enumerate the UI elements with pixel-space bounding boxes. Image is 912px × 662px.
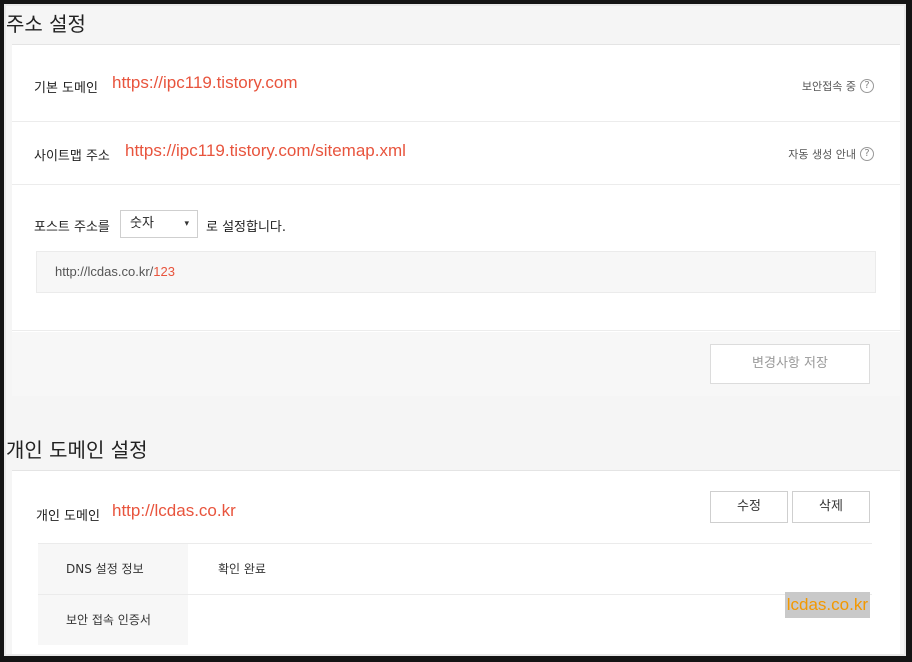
address-settings-card: 기본 도메인 https://ipc119.tistory.com 보안접속 중… — [12, 44, 900, 396]
secure-connection-label: 보안접속 중 — [801, 80, 856, 93]
post-address-preview: http://lcdas.co.kr/123 — [36, 251, 876, 293]
dns-info-key: DNS 설정 정보 — [38, 544, 188, 594]
help-icon[interactable]: ? — [860, 147, 874, 161]
secure-connection-note[interactable]: 보안접속 중 ? — [802, 78, 874, 94]
sitemap-row: 사이트맵 주소 https://ipc119.tistory.com/sitem… — [12, 122, 900, 185]
post-address-row: 포스트 주소를 숫자 ▾ 로 설정합니다. http://lcdas.co.kr… — [12, 185, 900, 331]
auto-generate-note[interactable]: 자동 생성 안내 ? — [788, 146, 874, 162]
dns-info-value: 확인 완료 — [218, 562, 266, 576]
sitemap-url[interactable]: https://ipc119.tistory.com/sitemap.xml — [125, 141, 406, 161]
post-address-suffix: 로 설정합니다. — [206, 220, 287, 235]
default-domain-url[interactable]: https://ipc119.tistory.com — [112, 73, 298, 93]
help-icon[interactable]: ? — [860, 79, 874, 93]
settings-frame: 주소 설정 기본 도메인 https://ipc119.tistory.com … — [4, 4, 906, 656]
address-settings-title: 주소 설정 — [6, 12, 86, 36]
post-address-selected: 숫자 — [130, 216, 154, 231]
post-address-prefix: 포스트 주소를 — [34, 220, 110, 235]
table-row: DNS 설정 정보 확인 완료 — [38, 543, 872, 594]
custom-domain-title: 개인 도메인 설정 — [6, 438, 148, 462]
preview-base-url: http://lcdas.co.kr/ — [55, 264, 154, 279]
edit-button[interactable]: 수정 — [710, 491, 788, 523]
default-domain-label: 기본 도메인 — [34, 81, 98, 96]
auto-generate-label: 자동 생성 안내 — [788, 148, 856, 161]
save-changes-button[interactable]: 변경사항 저장 — [710, 344, 870, 384]
ssl-cert-key: 보안 접속 인증서 — [38, 595, 188, 645]
table-row: 보안 접속 인증서 — [38, 594, 872, 645]
delete-button[interactable]: 삭제 — [792, 491, 870, 523]
watermark: lcdas.co.kr — [784, 592, 870, 618]
preview-post-number: 123 — [153, 264, 175, 279]
custom-domain-card: 개인 도메인 http://lcdas.co.kr 수정 삭제 DNS 설정 정… — [12, 470, 900, 654]
post-address-select[interactable]: 숫자 ▾ — [120, 210, 198, 238]
custom-domain-url[interactable]: http://lcdas.co.kr — [112, 501, 236, 521]
save-bar: 변경사항 저장 — [12, 332, 900, 396]
default-domain-row: 기본 도메인 https://ipc119.tistory.com 보안접속 중… — [12, 45, 900, 122]
chevron-down-icon: ▾ — [184, 219, 189, 229]
custom-domain-label: 개인 도메인 — [36, 509, 100, 524]
sitemap-label: 사이트맵 주소 — [34, 149, 110, 164]
